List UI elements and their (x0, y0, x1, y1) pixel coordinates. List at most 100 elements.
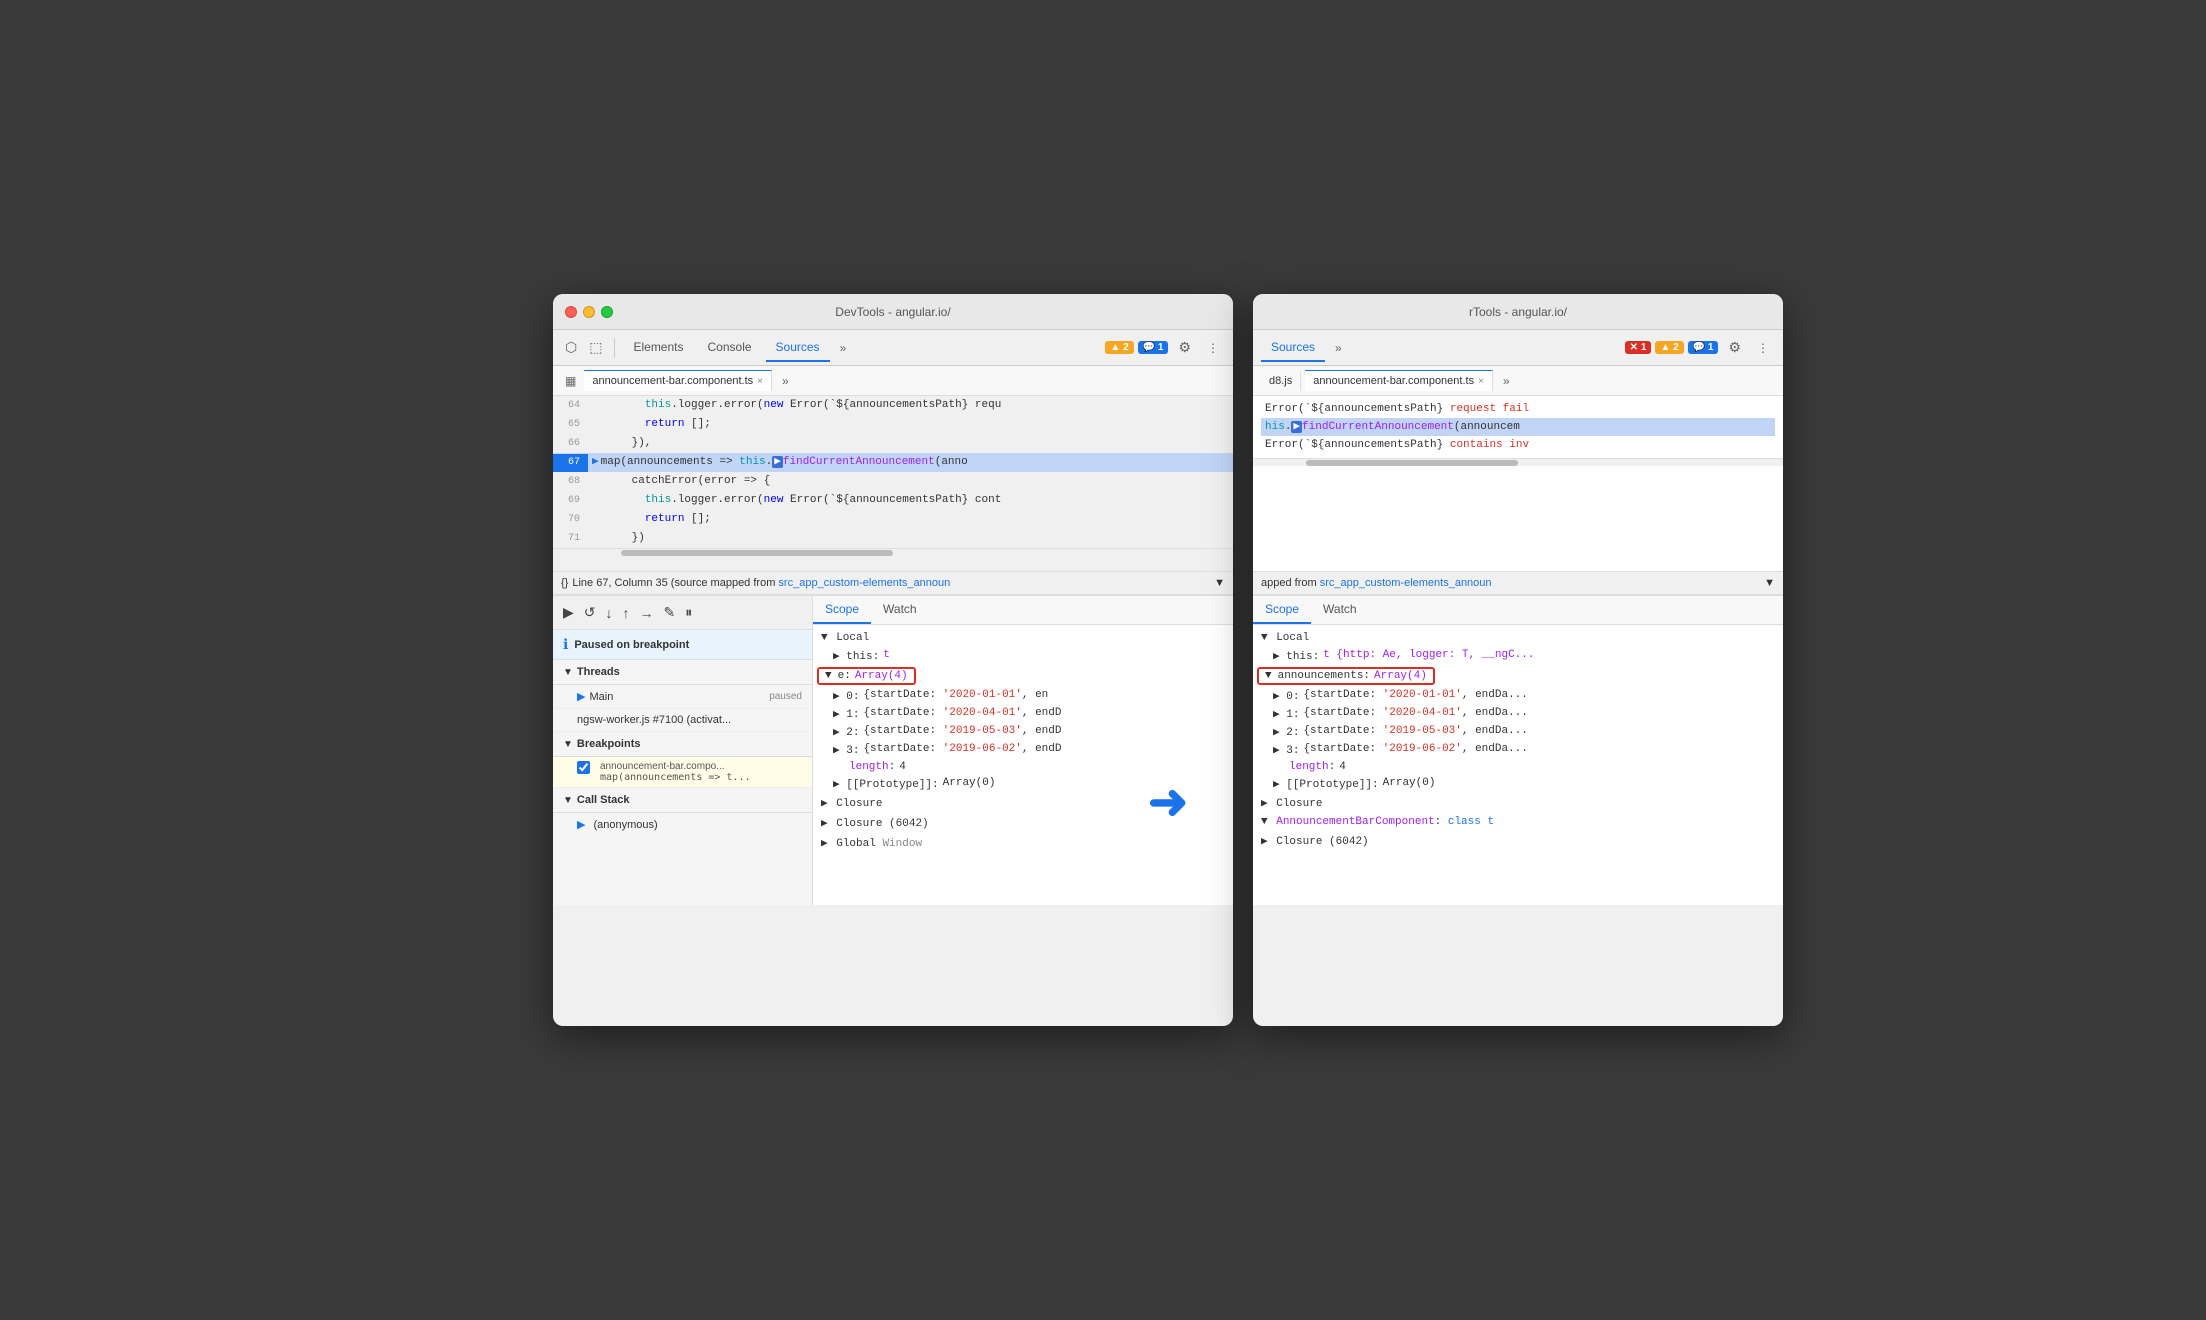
file-tab-d8[interactable]: d8.js (1261, 371, 1301, 391)
status-dropdown-icon[interactable]: ▼ (1214, 577, 1225, 589)
code-content-right: Error(`${announcementsPath} request fail… (1253, 396, 1783, 458)
panel-icon[interactable]: ▦ (561, 372, 580, 390)
tab-elements[interactable]: Elements (623, 334, 693, 362)
breakpoint-item-1[interactable]: announcement-bar.compo... map(announceme… (553, 757, 812, 788)
resume-button[interactable]: ▶ (561, 602, 576, 623)
cursor-icon[interactable]: ⬡ (561, 335, 581, 360)
right-status-text: apped from src_app_custom-elements_annou… (1261, 577, 1492, 589)
right-scope-tab-watch[interactable]: Watch (1311, 596, 1369, 624)
right-scope-e-2-key: ▶ 2: (1273, 725, 1299, 739)
file-tab-announcement[interactable]: announcement-bar.component.ts × (584, 370, 772, 391)
scope-tab-watch[interactable]: Watch (871, 596, 929, 624)
scope-e-2[interactable]: ▶ 2: {startDate: '2019-05-03', endD (813, 723, 1233, 741)
right-status-dropdown[interactable]: ▼ (1764, 577, 1775, 589)
tab-sources[interactable]: Sources (766, 334, 830, 362)
code-line-66: 66 }), (553, 434, 1233, 453)
file-tab-right-announcement[interactable]: announcement-bar.component.ts × (1305, 370, 1493, 391)
pause-button[interactable]: ⏸ (683, 602, 694, 623)
thread-main-name: Main (589, 691, 613, 703)
threads-label: Threads (577, 666, 620, 678)
file-tab-close[interactable]: × (757, 376, 763, 387)
scope-e-highlighted[interactable]: ▼ e: Array(4) (817, 667, 916, 685)
right-menu-icon[interactable]: ⋮ (1751, 337, 1775, 359)
right-scope-e-2[interactable]: ▶ 2: {startDate: '2019-05-03', endDa... (1253, 723, 1783, 741)
right-scope-ann-key: announcements: (1278, 670, 1370, 682)
right-scope-local-header[interactable]: ▼ Local (1253, 629, 1783, 647)
file-tab-right-label: announcement-bar.component.ts (1313, 375, 1474, 387)
scope-closure-arrow: ▶ (821, 798, 828, 810)
line-num-71: 71 (553, 530, 588, 548)
right-scope-e-0[interactable]: ▶ 0: {startDate: '2020-01-01', endDa... (1253, 687, 1783, 705)
call-stack-section-header[interactable]: ▼ Call Stack (553, 788, 812, 813)
line-text-69: this.logger.error(new Error(`${announcem… (588, 491, 1001, 509)
step-out-button[interactable]: ↑ (621, 603, 632, 623)
right-scope-announcements-highlighted[interactable]: ▼ announcements: Array(4) (1257, 667, 1435, 685)
scrollbar-thumb (621, 550, 893, 556)
right-scope-length: length: 4 (1253, 759, 1783, 775)
right-scope-tab-scope[interactable]: Scope (1253, 596, 1311, 624)
scope-e-3[interactable]: ▶ 3: {startDate: '2019-06-02', endD (813, 741, 1233, 759)
right-scope-e-3[interactable]: ▶ 3: {startDate: '2019-06-02', endDa... (1253, 741, 1783, 759)
breakpoints-section-header[interactable]: ▼ Breakpoints (553, 732, 812, 757)
right-scope-closure2-header[interactable]: ▶ Closure (6042) (1253, 831, 1783, 851)
scope-local-header[interactable]: ▼ Local (813, 629, 1233, 647)
code-editor-left: 64 this.logger.error(new Error(`${announ… (553, 396, 1233, 571)
format-icon[interactable]: {} (561, 577, 568, 589)
device-icon[interactable]: ⬚ (585, 335, 606, 360)
right-scope-length-val: 4 (1339, 761, 1346, 773)
step-into-button[interactable]: ↓ (604, 603, 615, 623)
right-code-line-2: his.▶findCurrentAnnouncement(announcem (1261, 418, 1775, 436)
right-scope-this[interactable]: ▶ this: t {http: Ae, logger: T, __ngC... (1253, 647, 1783, 665)
line-text-65: return []; (588, 415, 711, 433)
step-over-button[interactable]: ↺ (582, 602, 598, 623)
line-text-70: return []; (588, 510, 711, 528)
tab-console[interactable]: Console (698, 334, 762, 362)
close-button[interactable] (565, 306, 577, 318)
step-button[interactable]: → (638, 603, 656, 623)
right-scope-closure-arrow: ▶ (1261, 798, 1268, 810)
window-title-left: DevTools - angular.io/ (835, 305, 950, 319)
settings-icon[interactable]: ⚙ (1172, 335, 1197, 360)
scope-e-2-key: ▶ 2: (833, 725, 859, 739)
source-map-link[interactable]: src_app_custom-elements_announ (778, 577, 950, 589)
right-scope-prototype[interactable]: ▶ [[Prototype]]: Array(0) (1253, 775, 1783, 793)
scope-tab-scope[interactable]: Scope (813, 596, 871, 624)
line-text-64: this.logger.error(new Error(`${announcem… (588, 396, 1001, 414)
line-num-70: 70 (553, 511, 588, 529)
right-tab-sources[interactable]: Sources (1261, 334, 1325, 362)
thread-main[interactable]: ▶Main paused (553, 685, 812, 709)
menu-icon[interactable]: ⋮ (1201, 337, 1225, 359)
scope-e-1[interactable]: ▶ 1: {startDate: '2020-04-01', endD (813, 705, 1233, 723)
threads-section-header[interactable]: ▼ Threads (553, 660, 812, 685)
minimize-button[interactable] (583, 306, 595, 318)
right-horizontal-scrollbar[interactable] (1253, 458, 1783, 466)
thread-ngsw[interactable]: ngsw-worker.js #7100 (activat... (553, 709, 812, 732)
scope-this[interactable]: ▶ this: t (813, 647, 1233, 665)
right-settings-icon[interactable]: ⚙ (1722, 335, 1747, 360)
line-text-67: ▶map(announcements => this.▶findCurrentA… (588, 453, 968, 471)
breakpoints-label: Breakpoints (577, 738, 641, 750)
file-tab-more[interactable]: » (776, 370, 795, 392)
code-line-67: 67 ▶map(announcements => this.▶findCurre… (553, 453, 1233, 472)
scope-prototype-val: Array(0) (943, 777, 996, 791)
breakpoint-checkbox[interactable] (577, 761, 590, 774)
line-num-66: 66 (553, 435, 588, 453)
right-file-tab-more[interactable]: » (1497, 370, 1516, 392)
scope-global-header[interactable]: ▶ Global Window (813, 833, 1233, 853)
deactivate-button[interactable]: ✎ (662, 602, 678, 623)
right-scope-abc-val: class t (1448, 816, 1494, 828)
more-tabs-icon[interactable]: » (834, 337, 853, 359)
right-scope-closure-header[interactable]: ▶ Closure (1253, 793, 1783, 813)
horizontal-scrollbar-code[interactable] (553, 548, 1233, 556)
line-text-66: }), (588, 434, 651, 452)
scope-e-0[interactable]: ▶ 0: {startDate: '2020-01-01', en (813, 687, 1233, 705)
code-line-64: 64 this.logger.error(new Error(`${announ… (553, 396, 1233, 415)
right-more-tabs[interactable]: » (1329, 337, 1348, 359)
right-scope-e-1[interactable]: ▶ 1: {startDate: '2020-04-01', endDa... (1253, 705, 1783, 723)
callstack-item-anonymous[interactable]: ▶ (anonymous) (553, 813, 812, 836)
file-tab-right-close[interactable]: × (1478, 376, 1484, 387)
scope-length-val: 4 (899, 761, 906, 773)
right-source-map-link[interactable]: src_app_custom-elements_announ (1320, 577, 1492, 589)
maximize-button[interactable] (601, 306, 613, 318)
right-scope-abc-header[interactable]: ▼ AnnouncementBarComponent: class t (1253, 813, 1783, 831)
